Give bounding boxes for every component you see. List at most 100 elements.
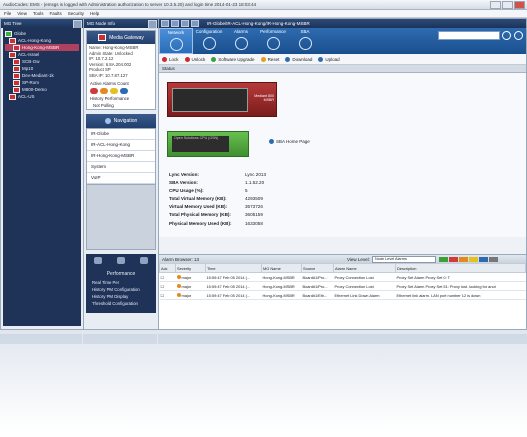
chart-icon[interactable] [140,256,149,264]
device-tag: Mediant 800 MSBR [254,94,274,102]
severity-cell: major [175,272,206,282]
tree-item[interactable]: Mp10 [5,65,79,72]
severity-filter-icon[interactable] [459,256,468,262]
nav-item[interactable]: IR-Globe [87,129,155,140]
tab-network[interactable]: Network [159,28,193,54]
history-label: History Performance [90,95,130,101]
severity-filter-icon[interactable] [449,256,458,262]
unlock-button[interactable]: Unlock [184,56,205,62]
property-row: Physical Memory Used (KB): 1633058 [169,220,263,226]
settings-icon[interactable] [514,31,523,40]
column-header[interactable]: Source [301,263,334,273]
perf-item[interactable]: Threshold Configuration [88,300,154,307]
source-cell: Board#1/Pro... [301,281,334,291]
tree-item[interactable]: ACL-US [5,93,79,100]
mediant-device-image[interactable]: Mediant 800 MSBR [167,82,277,117]
nav-item[interactable]: IR-ACL-Hong-Kong [87,140,155,151]
column-header[interactable]: MG Name [261,263,302,273]
osn-module-image[interactable]: Open Solutions CPU (OSN) [167,131,249,157]
mg-tree-title: MG Tree [4,21,22,26]
tools-icon[interactable] [116,256,125,264]
lock-button[interactable]: Lock [162,56,179,62]
severity-filter-icon[interactable] [469,256,478,262]
search-icon[interactable] [502,31,511,40]
menu-view[interactable]: View [17,11,27,16]
tab-sba[interactable]: SBA [289,28,321,54]
navigation-list: IR-Globe IR-ACL-Hong-Kong IR-Hong-Kong-M… [86,127,156,185]
tab-performance[interactable]: Performance [257,28,289,54]
home-icon[interactable] [161,20,169,27]
menu-faults[interactable]: Faults [49,11,61,16]
tree-item[interactable]: SCB-Gw [5,58,79,65]
menu-help[interactable]: Help [90,11,99,16]
column-header[interactable]: Description [395,263,526,273]
tree-item[interactable]: M800-Demo [5,86,79,93]
performance-section: Performance Real Time Per History PM Con… [86,266,156,313]
alarm-name-cell: Proxy Connection Lost [333,272,396,282]
menu-file[interactable]: File [4,11,11,16]
search-input[interactable] [438,31,500,40]
software-upgrade-button[interactable]: Software Upgrade [211,56,255,62]
tree-item[interactable]: SP-Rom [5,79,79,86]
refresh-icon[interactable] [191,20,199,27]
close-icon[interactable] [514,1,525,9]
perf-item[interactable]: History PM Configuration [88,286,154,293]
tree-item[interactable]: Hong-Kong-MSBR [5,44,79,51]
navigation-header: Navigation [86,113,156,128]
menu-security[interactable]: Security [68,11,84,16]
status-bar: Status [159,65,526,73]
column-header[interactable]: Alarm Name [333,263,396,273]
ack-checkbox[interactable]: ☐ [159,272,176,282]
back-icon[interactable] [171,20,179,27]
action-bar: Lock Unlock Software Upgrade Reset Downl… [159,54,526,65]
upload-button[interactable]: Upload [318,56,340,62]
tab-configuration[interactable]: Configuration [193,28,225,54]
settings-icon[interactable] [93,256,102,264]
perf-item[interactable]: Real Time Per [88,279,154,286]
sba-home-link[interactable]: SBA Home Page [269,139,310,144]
nav-item[interactable]: System [87,162,155,173]
ems-window: AudioCodes: EMS - (emsgs is logged with … [0,0,527,330]
network-icon [169,38,183,51]
ack-checkbox[interactable]: ☐ [159,281,176,291]
ack-checkbox[interactable]: ☐ [159,290,176,300]
nav-item[interactable]: VoIP [87,173,155,184]
download-button[interactable]: Download [285,56,312,62]
time-cell: 15:59:47 Feb 05 2014 (... [205,281,262,291]
tree-item[interactable]: Dev-Mediant-1k [5,72,79,79]
severity-filter-icon[interactable] [489,256,498,262]
forward-icon[interactable] [181,20,189,27]
panel-close-icon[interactable] [148,20,157,29]
not-polling-status: Not Polling [93,102,114,108]
link-icon [269,139,274,144]
severity-filter-icon[interactable] [479,256,488,262]
nav-item[interactable]: IR-Hong-Kong-MSBR [87,151,155,162]
properties-list: Lync Version: Lync 2013 SBA Version: 1.1.5… [169,171,266,228]
main-tabs-bar: IR-Globe/IR-ACL-Hong-Kong/IR-Hong-Kong-M… [159,19,526,28]
navigation-empty-area [86,184,156,250]
table-row[interactable]: ☐ major 15:59:47 Feb 05 2014 (... Hong-K… [159,272,526,282]
table-row[interactable]: ☐ major 15:59:47 Feb 05 2014 (... Hong-K… [159,290,526,300]
reflection-band [158,334,527,344]
severity-filter-icon[interactable] [439,256,448,262]
title-bar: AudioCodes: EMS - (emsgs is logged with … [0,0,527,10]
column-header[interactable]: Time [205,263,262,273]
column-header[interactable]: Severity [175,263,206,273]
tree-item[interactable]: ACL-Israel [5,51,79,58]
performance-header: Performance [106,270,136,277]
mg-tree-panel: MG Tree Globe ACL-Hong-Kong Hong-Kong-MS… [0,18,84,330]
minimize-icon[interactable] [490,1,501,9]
column-header[interactable]: Ack [159,263,176,273]
maximize-icon[interactable] [502,1,513,9]
menu-tools[interactable]: Tools [33,11,44,16]
reset-button[interactable]: Reset [260,56,279,62]
table-row[interactable]: ☐ major 15:59:47 Feb 05 2014 (... Hong-K… [159,281,526,291]
alarm-table-header: Ack Severity Time MG Name Source Alarm N… [159,263,526,273]
tab-alarms[interactable]: Alarms [225,28,257,54]
tree-item[interactable]: Globe [5,30,79,37]
search-tools [502,31,523,40]
perf-item[interactable]: History PM Display [88,293,154,300]
severity-icon [176,284,181,289]
tree-item[interactable]: ACL-Hong-Kong [5,37,79,44]
view-level-select[interactable]: Node Level Alarms [372,255,436,263]
